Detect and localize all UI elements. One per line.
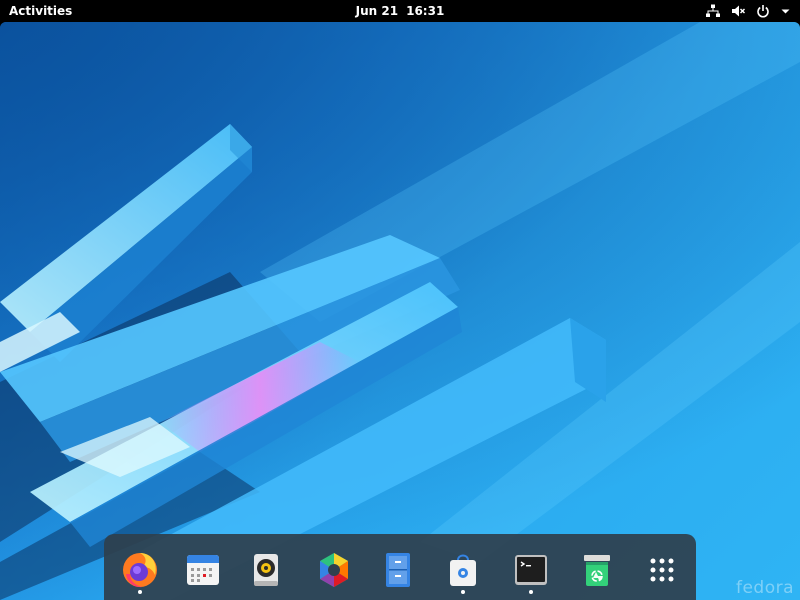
- power-icon[interactable]: [756, 4, 770, 18]
- dash-dock: [104, 534, 696, 600]
- dash-item-calendar[interactable]: [181, 548, 225, 592]
- clock-date: Jun 21: [356, 4, 398, 18]
- network-wired-icon[interactable]: [706, 4, 720, 18]
- dash-item-software[interactable]: [441, 548, 485, 592]
- fedora-watermark: fedora: [736, 578, 794, 598]
- top-bar: Activities Jun 21 16:31: [0, 0, 800, 22]
- running-indicator: [138, 590, 142, 594]
- volume-muted-icon[interactable]: [731, 4, 745, 18]
- system-status-menu[interactable]: [706, 3, 790, 19]
- photos-icon: [312, 548, 356, 592]
- dash-item-show-applications[interactable]: [640, 548, 684, 592]
- dash-item-photos[interactable]: [312, 548, 356, 592]
- dash-item-firefox[interactable]: [118, 548, 162, 592]
- running-indicator: [461, 590, 465, 594]
- trash-icon: [575, 548, 619, 592]
- desktop[interactable]: fedora: [0, 22, 800, 600]
- calendar-icon: [181, 548, 225, 592]
- app-grid-icon: [640, 548, 684, 592]
- software-bag-icon: [441, 548, 485, 592]
- wallpaper-image: [0, 22, 800, 600]
- clock-time: 16:31: [406, 4, 444, 18]
- speaker-icon: [244, 548, 288, 592]
- clock-display: Jun 21 16:31: [0, 4, 800, 18]
- dash-item-trash[interactable]: [575, 548, 619, 592]
- clock-button[interactable]: Jun 21 16:31: [356, 4, 445, 18]
- running-indicator: [529, 590, 533, 594]
- dash-item-files[interactable]: [376, 548, 420, 592]
- firefox-icon: [118, 548, 162, 592]
- activities-button[interactable]: Activities: [9, 4, 72, 18]
- files-icon: [376, 548, 420, 592]
- terminal-icon: [509, 548, 553, 592]
- dropdown-arrow-icon[interactable]: [781, 4, 790, 18]
- dash-item-rhythmbox[interactable]: [244, 548, 288, 592]
- dash-item-terminal[interactable]: [509, 548, 553, 592]
